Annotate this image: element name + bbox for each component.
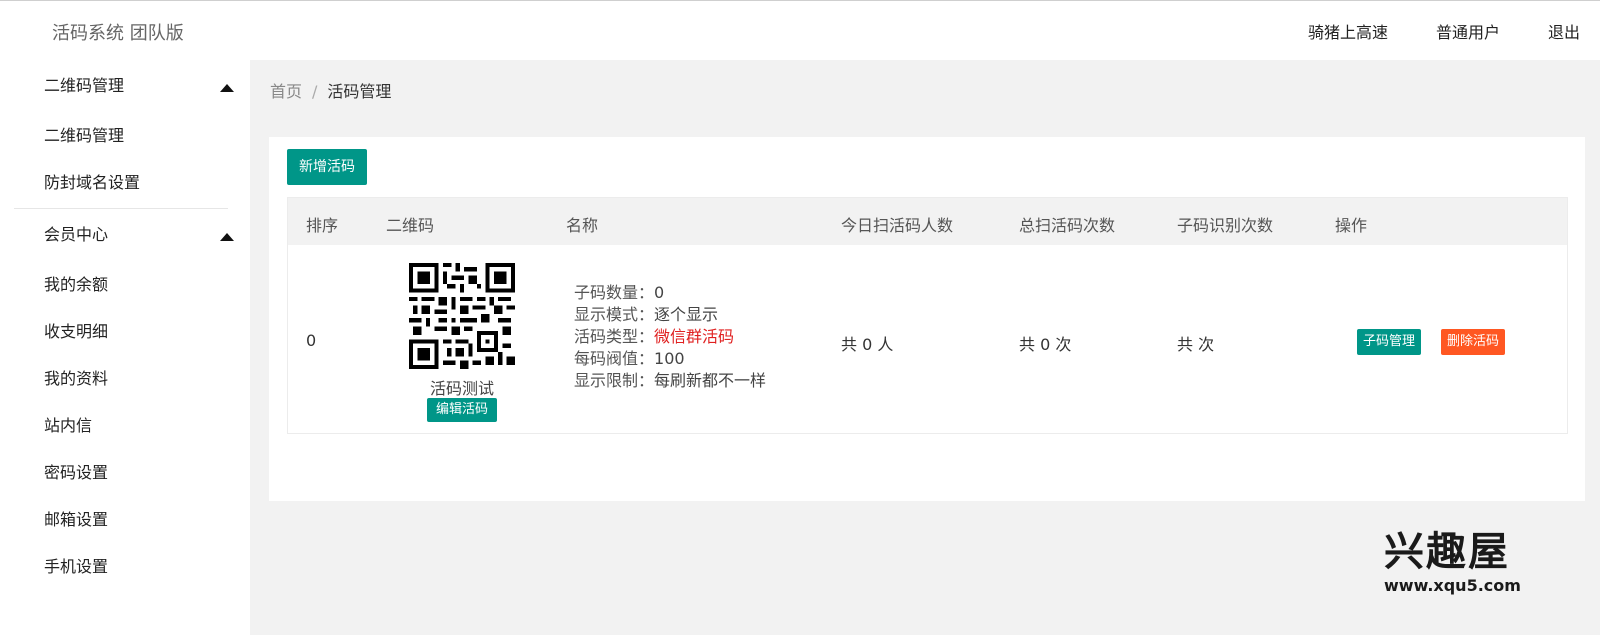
col-sub-recognitions: 子码识别次数 [1177,216,1274,235]
watermark-title: 兴趣屋 [1384,529,1510,575]
add-code-button[interactable]: 新增活码 [287,149,367,185]
sidebar-group-label: 二维码管理 [44,76,125,95]
nav-user-role[interactable]: 普通用户 [1436,19,1500,43]
top-nav: 骑猪上高速 普通用户 退出 [1260,19,1580,43]
info-value: 每刷新都不一样 [654,371,767,390]
info-label: 显示模式： [574,305,655,324]
qr-code-image[interactable] [409,263,515,369]
nav-logout[interactable]: 退出 [1548,19,1580,43]
edit-code-button[interactable]: 编辑活码 [427,398,497,422]
sidebar-item-transactions[interactable]: 收支明细 [0,308,250,355]
info-value: 逐个显示 [654,305,719,324]
col-total-scans: 总扫活码次数 [1019,216,1116,235]
sub-recognitions: 共 次 [1177,335,1215,354]
info-value: 0 [654,283,665,302]
info-label: 子码数量： [574,283,655,302]
info-label: 显示限制： [574,371,655,390]
watermark-url: www.xqu5.com [1384,576,1521,595]
delete-code-button[interactable]: 删除活码 [1441,329,1506,355]
app-title: 活码系统 团队版 [52,23,184,44]
today-scans: 共 0 人 [841,335,894,354]
sidebar-item-profile[interactable]: 我的资料 [0,355,250,402]
info-sub-count: 子码数量：0 [574,282,766,304]
info-display-limit: 显示限制：每刷新都不一样 [574,370,766,392]
code-info: 子码数量：0 显示模式：逐个显示 活码类型：微信群活码 每码阀值：100 显示限… [574,282,766,392]
sidebar-item-messages[interactable]: 站内信 [0,402,250,449]
sidebar-group-member[interactable]: 会员中心 [0,209,250,261]
qr-code-name: 活码测试 [429,379,494,398]
sidebar-item-qrcode-manage[interactable]: 二维码管理 [0,112,250,159]
info-value: 100 [654,349,685,368]
info-value: 微信群活码 [654,327,735,346]
breadcrumb-separator: / [312,82,318,101]
total-scans: 共 0 次 [1019,335,1072,354]
code-table: 排序 二维码 名称 今日扫活码人数 总扫活码次数 子码识别次数 操作 0 活码测… [287,197,1568,434]
sidebar-item-phone[interactable]: 手机设置 [0,543,250,590]
breadcrumb: 首页 / 活码管理 [270,78,391,102]
sidebar-group-label: 会员中心 [44,225,109,244]
top-bar: 活码系统 团队版 骑猪上高速 普通用户 退出 [0,0,1600,60]
collapse-arrow-icon [220,84,234,92]
breadcrumb-current: 活码管理 [327,82,392,101]
sub-code-manage-button[interactable]: 子码管理 [1357,329,1422,355]
info-code-type: 活码类型：微信群活码 [574,326,766,348]
sidebar-item-balance[interactable]: 我的余额 [0,261,250,308]
sidebar-item-password[interactable]: 密码设置 [0,449,250,496]
col-actions: 操作 [1335,216,1368,235]
info-display-mode: 显示模式：逐个显示 [574,304,766,326]
sidebar: 二维码管理 二维码管理 防封域名设置 会员中心 我的余额 收支明细 我的资料 站… [0,60,250,635]
row-order: 0 [306,331,317,350]
sidebar-item-domain-settings[interactable]: 防封域名设置 [0,159,250,206]
collapse-arrow-icon [220,233,234,241]
info-label: 活码类型： [574,327,655,346]
nav-username[interactable]: 骑猪上高速 [1308,19,1388,43]
col-order: 排序 [306,216,339,235]
col-name: 名称 [566,216,599,235]
watermark-logo: 兴趣屋 www.xqu5.com [1384,530,1536,600]
sidebar-group-qrcode[interactable]: 二维码管理 [0,60,250,112]
table-header: 排序 二维码 名称 今日扫活码人数 总扫活码次数 子码识别次数 操作 [288,198,1567,245]
col-today-scans: 今日扫活码人数 [841,216,954,235]
breadcrumb-home[interactable]: 首页 [270,82,302,101]
info-threshold: 每码阀值：100 [574,348,766,370]
sidebar-item-email[interactable]: 邮箱设置 [0,496,250,543]
info-label: 每码阀值： [574,349,655,368]
main-panel: 新增活码 排序 二维码 名称 今日扫活码人数 总扫活码次数 子码识别次数 操作 … [269,137,1585,501]
col-qrcode: 二维码 [386,216,435,235]
